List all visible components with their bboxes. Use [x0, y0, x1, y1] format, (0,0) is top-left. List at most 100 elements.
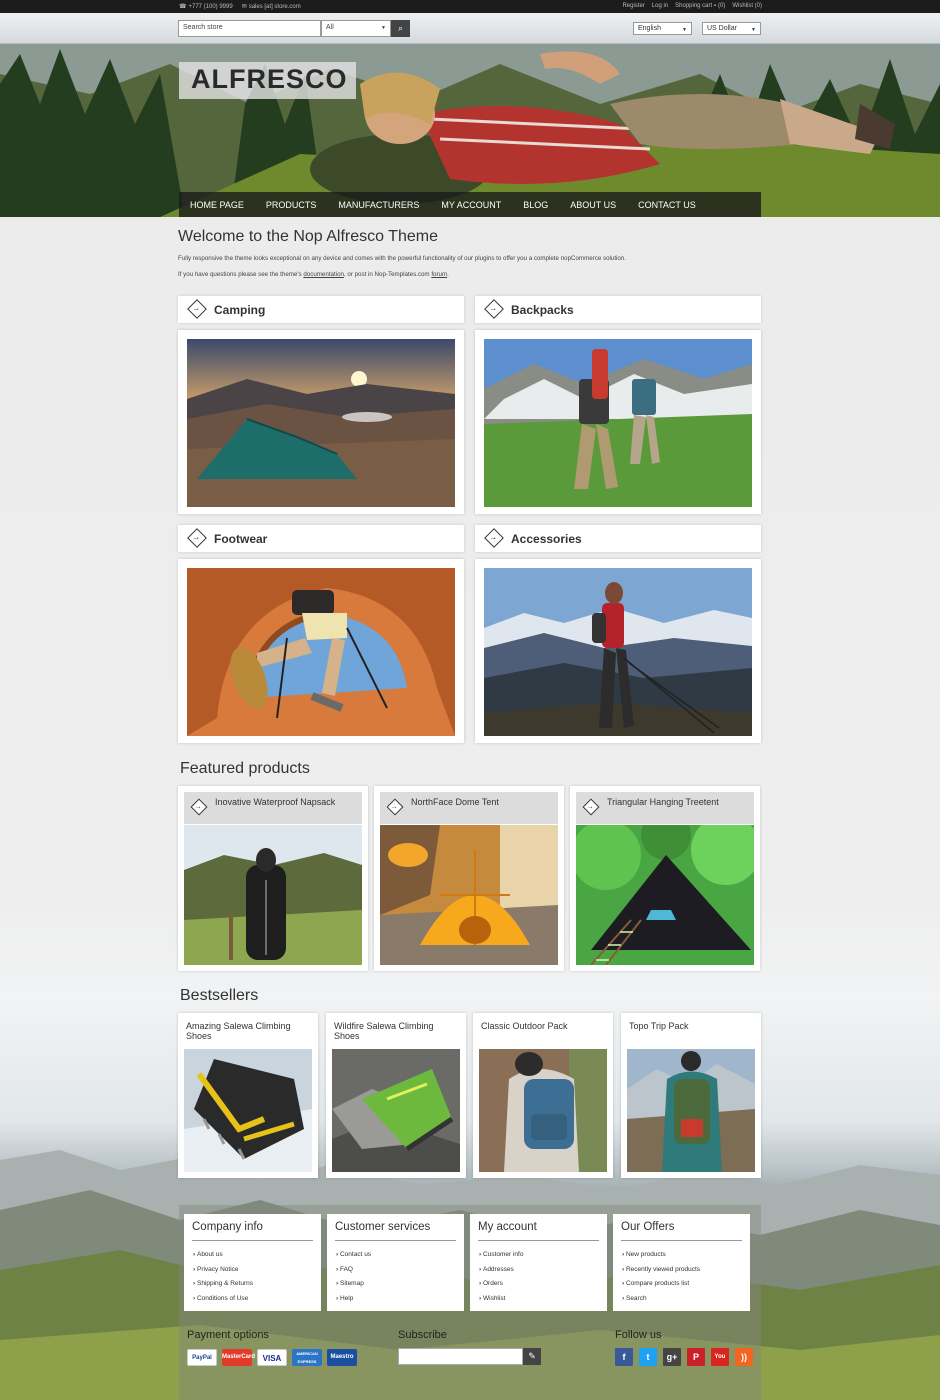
nav-manufacturers[interactable]: MANUFACTURERS: [338, 200, 419, 210]
wildfire-shoes-image: [332, 1049, 460, 1172]
subscribe-email-input[interactable]: [398, 1348, 523, 1365]
wishlist-link[interactable]: Wishlist (0): [732, 3, 762, 9]
chevron-down-icon: ▼: [381, 25, 386, 31]
email-info[interactable]: ✉ sales [at] store.com: [242, 3, 301, 10]
camping-image: [187, 339, 455, 507]
footer-link[interactable]: Help: [336, 1295, 371, 1310]
category-header-camping[interactable]: → Camping: [178, 296, 464, 323]
top-bar: ☎ +777 (100) 9999 ✉ sales [at] store.com R…: [0, 0, 940, 13]
google-plus-icon[interactable]: g+: [663, 1348, 681, 1366]
pinterest-icon[interactable]: P: [687, 1348, 705, 1366]
footer: Company info About us Privacy Notice Shi…: [179, 1205, 761, 1400]
topo-pack-image: [627, 1049, 755, 1172]
napsack-image: [184, 825, 362, 965]
chevron-down-icon: ▼: [682, 27, 687, 33]
footer-link[interactable]: Shipping & Returns: [193, 1280, 253, 1295]
bestseller-product-card[interactable]: Wildfire Salewa Climbing Shoes: [326, 1013, 466, 1178]
category-image-camping[interactable]: [178, 330, 464, 514]
classic-pack-image: [479, 1049, 607, 1172]
search-category-select[interactable]: All ▼: [321, 20, 391, 37]
follow-us-title: Follow us: [615, 1329, 662, 1341]
footer-link[interactable]: Search: [622, 1295, 700, 1310]
treetent-image: [576, 825, 754, 965]
arrow-diamond-icon: →: [187, 299, 207, 319]
footer-link[interactable]: Orders: [479, 1280, 523, 1295]
twitter-icon[interactable]: t: [639, 1348, 657, 1366]
documentation-link[interactable]: documentation: [303, 271, 344, 278]
forum-link[interactable]: forum: [431, 271, 447, 278]
site-logo[interactable]: ALFRESCO: [179, 62, 356, 99]
featured-products-title: Featured products: [180, 760, 310, 777]
bestseller-product-card[interactable]: Classic Outdoor Pack: [473, 1013, 613, 1178]
envelope-icon: ✉: [241, 4, 247, 10]
category-header-footwear[interactable]: → Footwear: [178, 525, 464, 552]
bestseller-product-card[interactable]: Amazing Salewa Climbing Shoes: [178, 1013, 318, 1178]
footer-column-company-info: Company info About us Privacy Notice Shi…: [184, 1214, 321, 1311]
footer-link[interactable]: New products: [622, 1251, 700, 1266]
product-title: Wildfire Salewa Climbing Shoes: [334, 1021, 434, 1041]
footer-link[interactable]: Contact us: [336, 1251, 371, 1266]
main-nav: HOME PAGE PRODUCTS MANUFACTURERS MY ACCO…: [179, 192, 761, 217]
payment-options-title: Payment options: [187, 1329, 269, 1341]
visa-icon: VISA: [257, 1349, 287, 1366]
product-title: Classic Outdoor Pack: [481, 1021, 568, 1031]
arrow-diamond-icon: →: [484, 528, 504, 548]
nav-products[interactable]: PRODUCTS: [266, 200, 317, 210]
nav-my-account[interactable]: MY ACCOUNT: [441, 200, 501, 210]
arrow-diamond-icon: →: [386, 798, 404, 816]
featured-product-card[interactable]: → NorthFace Dome Tent: [374, 786, 564, 971]
footer-link[interactable]: Conditions of Use: [193, 1295, 253, 1310]
youtube-icon[interactable]: You: [711, 1348, 729, 1366]
footer-link[interactable]: FAQ: [336, 1266, 371, 1281]
featured-product-card[interactable]: → Inovative Waterproof Napsack: [178, 786, 368, 971]
login-link[interactable]: Log in: [652, 3, 668, 9]
paypal-icon: PayPal: [187, 1349, 217, 1366]
product-title-bar: → NorthFace Dome Tent: [380, 792, 558, 824]
nav-about-us[interactable]: ABOUT US: [570, 200, 616, 210]
subscribe-button[interactable]: ✎: [523, 1348, 541, 1365]
category-image-accessories[interactable]: [475, 559, 761, 743]
rss-icon[interactable]: )): [735, 1348, 753, 1366]
nav-blog[interactable]: BLOG: [523, 200, 548, 210]
shopping-cart-link[interactable]: Shopping cart ▪ (0): [675, 3, 725, 9]
accessories-image: [484, 568, 752, 736]
amex-icon: AMERICAN EXPRESS: [292, 1349, 322, 1366]
category-image-footwear[interactable]: [178, 559, 464, 743]
category-header-backpacks[interactable]: → Backpacks: [475, 296, 761, 323]
footer-bottom: Payment options PayPal MasterCard VISA A…: [179, 1321, 761, 1381]
category-image-backpacks[interactable]: [475, 330, 761, 514]
welcome-help-text: If you have questions please see the the…: [178, 271, 449, 278]
footer-link[interactable]: Sitemap: [336, 1280, 371, 1295]
currency-select[interactable]: US Dollar ▼: [702, 22, 761, 35]
footer-link[interactable]: Compare products list: [622, 1280, 700, 1295]
footer-link[interactable]: Recently viewed products: [622, 1266, 700, 1281]
footer-link[interactable]: Privacy Notice: [193, 1266, 253, 1281]
category-header-accessories[interactable]: → Accessories: [475, 525, 761, 552]
register-link[interactable]: Register: [622, 3, 644, 9]
product-title-bar: → Triangular Hanging Treetent: [576, 792, 754, 824]
footer-column-our-offers: Our Offers New products Recently viewed …: [613, 1214, 750, 1311]
featured-product-card[interactable]: → Triangular Hanging Treetent: [570, 786, 760, 971]
arrow-diamond-icon: →: [582, 798, 600, 816]
language-select[interactable]: English ▼: [633, 22, 692, 35]
footer-link[interactable]: About us: [193, 1251, 253, 1266]
bestsellers-title: Bestsellers: [180, 987, 259, 1004]
subscribe-title: Subscribe: [398, 1329, 447, 1341]
welcome-text: Fully responsive the theme looks excepti…: [178, 255, 627, 262]
search-icon: ⌕: [397, 23, 404, 33]
divider: [621, 1240, 742, 1241]
nav-contact-us[interactable]: CONTACT US: [638, 200, 696, 210]
footer-link[interactable]: Customer info: [479, 1251, 523, 1266]
cart-icon: ▪: [713, 3, 716, 9]
footer-link[interactable]: Addresses: [479, 1266, 523, 1281]
product-title-bar: → Inovative Waterproof Napsack: [184, 792, 362, 824]
phone-icon: ☎: [179, 4, 187, 10]
nav-home-page[interactable]: HOME PAGE: [190, 200, 244, 210]
facebook-icon[interactable]: f: [615, 1348, 633, 1366]
salewa-shoes-image: [184, 1049, 312, 1172]
footer-column-customer-services: Customer services Contact us FAQ Sitemap…: [327, 1214, 464, 1311]
footer-link[interactable]: Wishlist: [479, 1295, 523, 1310]
bestseller-product-card[interactable]: Topo Trip Pack: [621, 1013, 761, 1178]
search-input[interactable]: Search store: [178, 20, 321, 37]
search-button[interactable]: ⌕: [391, 20, 410, 37]
